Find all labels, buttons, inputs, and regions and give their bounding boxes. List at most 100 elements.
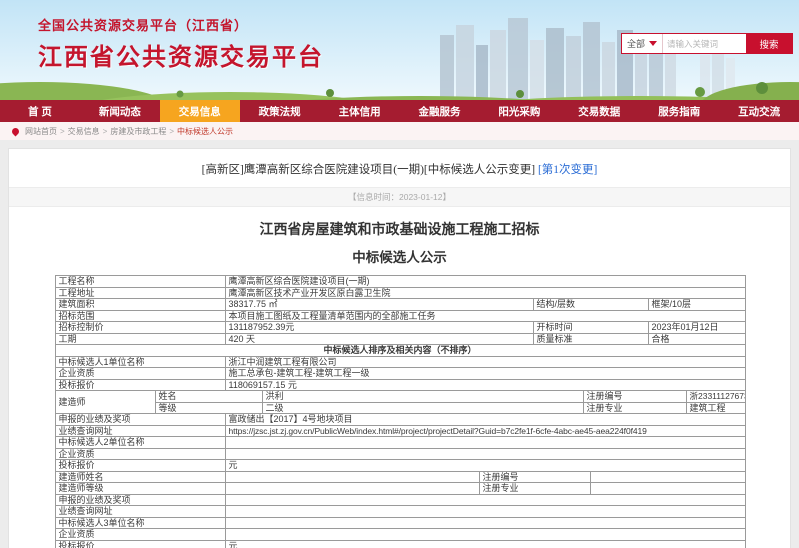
cell-label: 业绩查询网址	[55, 425, 225, 437]
nav-item-guide[interactable]: 服务指南	[639, 100, 719, 122]
table-row: 建筑面积38317.75 ㎡结构/层数框架/10层	[55, 299, 745, 311]
breadcrumb-current: 中标候选人公示	[177, 126, 233, 137]
nav-item-policy[interactable]: 政策法规	[240, 100, 320, 122]
search-button[interactable]: 搜索	[746, 34, 792, 53]
table-row: 建造师等级注册专业	[55, 483, 745, 495]
cell-label: 招标范围	[55, 310, 225, 322]
cell-label: 注册专业	[479, 483, 590, 495]
cell-value: 合格	[648, 333, 745, 345]
cell-label: 申报的业绩及奖项	[55, 414, 225, 426]
cell-value: 元	[225, 460, 745, 472]
cell-label: 建造师	[55, 391, 155, 414]
cell-value: 420 天	[225, 333, 533, 345]
cell-value	[225, 529, 745, 541]
search-button-label: 搜索	[759, 37, 778, 51]
cell-value: 38317.75 ㎡	[225, 299, 533, 311]
cell-value: 本项目施工图纸及工程量清单范围内的全部施工任务	[225, 310, 745, 322]
cell-label: 注册专业	[583, 402, 686, 414]
table-row: 业绩查询网址https://jzsc.jst.zj.gov.cn/PublicW…	[55, 425, 745, 437]
cell-label: 开标时间	[533, 322, 648, 334]
table-row: 招标范围本项目施工图纸及工程量清单范围内的全部施工任务	[55, 310, 745, 322]
cell-value: 二级	[262, 402, 583, 414]
cell-value: 2023年01月12日	[648, 322, 745, 334]
cell-value: 建筑工程	[686, 402, 745, 414]
nav-item-data[interactable]: 交易数据	[559, 100, 639, 122]
table-row: 中标候选人3单位名称	[55, 517, 745, 529]
cell-value	[590, 483, 745, 495]
breadcrumb-trade-info[interactable]: 交易信息	[68, 126, 100, 137]
content-card: [高新区]鹰潭高新区综合医院建设项目(一期)[中标候选人公示变更] [第1次变更…	[8, 148, 791, 548]
table-row: 建造师 姓名 洪利 注册编号 浙233111276737	[55, 391, 745, 403]
cell-label: 建造师姓名	[55, 471, 225, 483]
breadcrumb-construction[interactable]: 房建及市政工程	[110, 126, 166, 137]
table-row: 工程名称鹰潭高新区综合医院建设项目(一期)	[55, 276, 745, 288]
cell-label: 注册编号	[583, 391, 686, 403]
search-bar: 全部 搜索	[621, 33, 793, 54]
cell-value	[225, 517, 745, 529]
cell-label: 建筑面积	[55, 299, 225, 311]
breadcrumb-separator: >	[60, 127, 65, 136]
breadcrumb-home[interactable]: 网站首页	[25, 126, 57, 137]
article-title: [高新区]鹰潭高新区综合医院建设项目(一期)[中标候选人公示变更]	[202, 164, 535, 176]
nav-item-news[interactable]: 新闻动态	[80, 100, 160, 122]
cell-value	[225, 471, 479, 483]
cell-label: 投标报价	[55, 460, 225, 472]
table-row: 等级 二级 注册专业 建筑工程	[55, 402, 745, 414]
nav-item-procurement[interactable]: 阳光采购	[479, 100, 559, 122]
table-row: 建造师姓名 注册编号	[55, 471, 745, 483]
cell-label: 中标候选人3单位名称	[55, 517, 225, 529]
cell-label: 工程名称	[55, 276, 225, 288]
cell-value: 富政储出【2017】4号地块项目	[225, 414, 745, 426]
cell-label: 申报的业绩及奖项	[55, 494, 225, 506]
table-row: 工程地址鹰潭高新区技术产业开发区原白露卫生院	[55, 287, 745, 299]
cell-value	[590, 471, 745, 483]
doc-heading-main: 江西省房屋建筑和市政基础设施工程施工招标	[9, 219, 790, 239]
cell-label: 注册编号	[479, 471, 590, 483]
candidates-table: 申报的业绩及奖项富政储出【2017】4号地块项目 业绩查询网址https://j…	[55, 413, 746, 548]
nav-item-interaction[interactable]: 互动交流	[719, 100, 799, 122]
cell-label: 姓名	[155, 391, 262, 403]
cell-value: 鹰潭高新区综合医院建设项目(一期)	[225, 276, 745, 288]
table-row: 申报的业绩及奖项富政储出【2017】4号地块项目	[55, 414, 745, 426]
location-pin-icon	[11, 126, 21, 136]
project-info-table: 工程名称鹰潭高新区综合医院建设项目(一期) 工程地址鹰潭高新区技术产业开发区原白…	[55, 275, 746, 391]
cell-value	[225, 483, 479, 495]
cell-label: 投标报价	[55, 540, 225, 548]
cell-value: 浙江中润建筑工程有限公司	[225, 356, 745, 368]
site-logo: 全国公共资源交易平台（江西省） 江西省公共资源交易平台	[38, 15, 324, 72]
table-row: 企业资质施工总承包-建筑工程-建筑工程一级	[55, 368, 745, 380]
cell-label: 中标候选人2单位名称	[55, 437, 225, 449]
table-row: 工期420 天质量标准合格	[55, 333, 745, 345]
builder-info-table: 建造师 姓名 洪利 注册编号 浙233111276737 等级 二级 注册专业 …	[55, 390, 746, 414]
cell-value: 框架/10层	[648, 299, 745, 311]
table-row: 业绩查询网址	[55, 506, 745, 518]
table-row: 中标候选人1单位名称浙江中润建筑工程有限公司	[55, 356, 745, 368]
cell-label: 企业资质	[55, 368, 225, 380]
section-header: 中标候选人排序及相关内容（不排序）	[55, 345, 745, 357]
chevron-down-icon	[649, 41, 657, 46]
table-row: 申报的业绩及奖项	[55, 494, 745, 506]
table-section-row: 中标候选人排序及相关内容（不排序）	[55, 345, 745, 357]
cell-label: 工程地址	[55, 287, 225, 299]
cell-label: 投标报价	[55, 379, 225, 391]
search-input[interactable]	[663, 34, 746, 53]
cell-value: https://jzsc.jst.zj.gov.cn/PublicWeb/ind…	[225, 425, 745, 437]
nav-item-finance[interactable]: 金融服务	[400, 100, 480, 122]
nav-item-home[interactable]: 首 页	[0, 100, 80, 122]
main-nav: 首 页 新闻动态 交易信息 政策法规 主体信用 金融服务 阳光采购 交易数据 服…	[0, 100, 799, 122]
search-icon	[622, 34, 631, 43]
nav-item-trade-info[interactable]: 交易信息	[160, 100, 240, 122]
change-notice-link[interactable]: [第1次变更]	[538, 164, 597, 176]
cell-value	[225, 437, 745, 449]
cell-label: 企业资质	[55, 529, 225, 541]
table-row: 投标报价元	[55, 540, 745, 548]
cell-value: 施工总承包-建筑工程-建筑工程一级	[225, 368, 745, 380]
breadcrumb: 网站首页 > 交易信息 > 房建及市政工程 > 中标候选人公示	[0, 122, 799, 140]
table-row: 中标候选人2单位名称	[55, 437, 745, 449]
cell-value	[225, 506, 745, 518]
nav-item-credit[interactable]: 主体信用	[320, 100, 400, 122]
logo-subtitle: 全国公共资源交易平台（江西省）	[38, 15, 324, 34]
cell-value: 鹰潭高新区技术产业开发区原白露卫生院	[225, 287, 745, 299]
page: 全国公共资源交易平台（江西省） 江西省公共资源交易平台 全部 搜索 首 页 新闻…	[0, 0, 799, 548]
cell-label: 工期	[55, 333, 225, 345]
